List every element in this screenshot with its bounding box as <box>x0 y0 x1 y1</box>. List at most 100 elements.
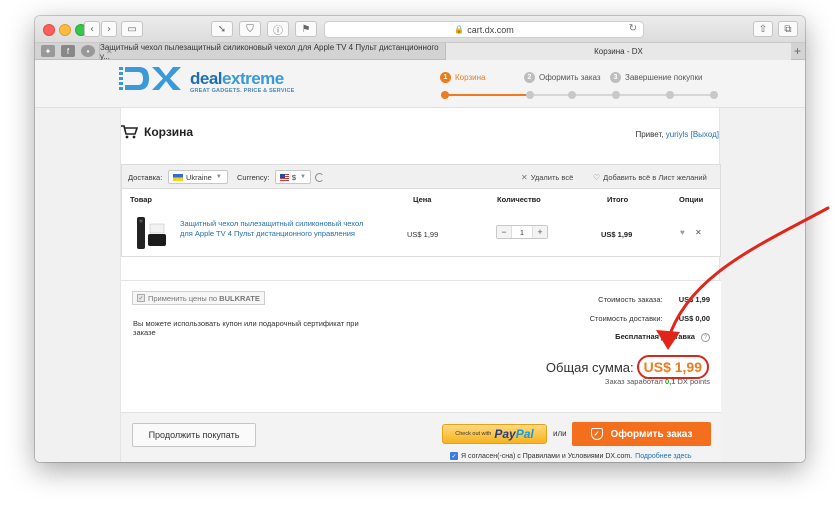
checkout-bar: Продолжить покупать Check out with Pay Pa… <box>121 412 721 462</box>
delete-all-label: Удалить всё <box>530 173 574 182</box>
step-end-dot <box>710 91 718 99</box>
site-header: dealextreme GREAT GADGETS. PRICE & SERVI… <box>35 60 805 108</box>
greeting-prefix: Привет, <box>635 130 664 139</box>
extension-button[interactable]: ➘ <box>211 21 233 37</box>
sidebar-icon: ▭ <box>127 23 137 35</box>
logout-link[interactable]: [Выход] <box>691 130 719 139</box>
quantity-stepper: − 1 + <box>496 225 548 239</box>
browser-window: ‹ › ▭ ➘ ⛉ ⓘ ⚑ 🔒 cart.dx.com ↻ ⇧ ⧉ ✦ f • … <box>35 16 805 462</box>
increase-quantity-button[interactable]: + <box>533 226 547 238</box>
order-cost-value: US$ 1,99 <box>678 295 710 304</box>
cart-content: Корзина Привет, yuriyls [Выход] Доставка… <box>120 108 721 462</box>
close-window-button[interactable] <box>43 24 55 36</box>
close-icon: ✕ <box>521 173 528 182</box>
add-all-wishlist-button[interactable]: ♡ Добавить всё в Лист желаний <box>593 173 707 182</box>
facebook-pinned-tab[interactable]: f <box>61 45 75 57</box>
steps-track-progress <box>441 94 531 96</box>
shield-check-icon: ✓ <box>590 428 603 440</box>
step-2-number: 2 <box>524 72 535 83</box>
grand-total-value: US$ 1,99 <box>636 355 709 379</box>
tab-bar: ✦ f • ✕ Защитный чехол пылезащитный сили… <box>35 42 805 61</box>
points-prefix: Заказ заработал <box>604 377 663 386</box>
place-order-label: Оформить заказ <box>610 428 693 440</box>
chevron-right-icon: › <box>107 23 111 35</box>
chat-icon: • <box>86 46 90 56</box>
shopping-cart-icon <box>121 125 139 139</box>
cart-toolbar: Доставка: Ukraine ▼ Currency: $ ▼ ✕ Удал… <box>121 164 721 189</box>
product-name-link[interactable]: Защитный чехол пылезащитный силиконовый … <box>180 219 370 239</box>
twitter-pinned-tab[interactable]: ✦ <box>41 45 55 57</box>
quantity-input[interactable]: 1 <box>511 226 533 238</box>
address-bar[interactable]: 🔒 cart.dx.com ↻ <box>324 21 644 38</box>
delivery-country-value: Ukraine <box>186 172 212 182</box>
reload-icon[interactable]: ↻ <box>629 23 637 34</box>
tabs-overview-button[interactable]: ⧉ <box>778 21 798 37</box>
brand-name[interactable]: dealextreme <box>190 69 284 89</box>
unit-price: US$ 1,99 <box>407 230 439 239</box>
grand-total: Общая сумма: US$ 1,99 <box>546 355 709 379</box>
step-1-number: 1 <box>440 72 451 83</box>
dx-logo-icon[interactable] <box>119 66 185 93</box>
terms-more-link[interactable]: Подробнее здесь <box>635 453 691 460</box>
heart-icon: ♡ <box>593 173 601 182</box>
usa-flag-icon <box>280 173 289 181</box>
bulkrate-prefix: Применить цены по <box>148 293 218 303</box>
currency-label: Currency: <box>237 173 270 182</box>
tab-product[interactable]: ✕ Защитный чехол пылезащитный силиконовы… <box>99 42 445 61</box>
step-3b-dot <box>666 91 674 99</box>
brand-tagline: GREAT GADGETS. PRICE & SERVICE <box>190 88 295 94</box>
url-text: cart.dx.com <box>467 24 514 35</box>
order-summary: ✓ Применить цены по BULKRATE Вы можете и… <box>121 280 721 412</box>
table-row: Защитный чехол пылезащитный силиконовый … <box>121 209 721 257</box>
or-separator: или <box>553 429 567 438</box>
delivery-label: Доставка: <box>128 173 163 182</box>
back-button[interactable]: ‹ <box>84 21 100 37</box>
messenger-pinned-tab[interactable]: • <box>81 45 95 57</box>
sidebar-button[interactable]: ▭ <box>121 21 143 37</box>
ukraine-flag-icon <box>173 173 183 181</box>
delivery-country-select[interactable]: Ukraine ▼ <box>168 170 228 184</box>
grand-total-label: Общая сумма: <box>545 359 634 375</box>
minimize-window-button[interactable] <box>59 24 71 36</box>
row-total: US$ 1,99 <box>601 230 633 239</box>
user-link[interactable]: yuriyls <box>666 130 689 139</box>
cart-table-header: Товар Цена Количество Итого Опции <box>121 189 721 209</box>
points-value: 0,1 <box>664 377 676 386</box>
facebook-icon: f <box>66 46 70 56</box>
bulkrate-checkbox[interactable]: ✓ Применить цены по BULKRATE <box>132 291 265 305</box>
step-1-label: Корзина <box>455 73 486 82</box>
shipping-cost-label: Стоимость доставки: <box>589 314 663 323</box>
col-product: Товар <box>130 195 152 204</box>
terms-checkbox[interactable]: ✓ <box>450 452 458 460</box>
pin-extension-button[interactable]: ⚑ <box>295 21 317 37</box>
terms-text: Я согласен(-сна) с Правилами и Условиями… <box>461 452 633 460</box>
remove-item-close-icon[interactable]: ✕ <box>695 228 702 237</box>
free-shipping-row: Бесплатная доставка ? <box>615 332 710 342</box>
continue-shopping-button[interactable]: Продолжить покупать <box>132 423 256 447</box>
info-extension-button[interactable]: ⓘ <box>267 21 289 37</box>
add-to-wishlist-heart-icon[interactable]: ♥ <box>680 228 685 237</box>
place-order-button[interactable]: ✓ Оформить заказ <box>572 422 711 446</box>
chevron-left-icon: ‹ <box>90 23 94 35</box>
info-icon: ⓘ <box>273 25 283 37</box>
tab-cart[interactable]: Корзина - DX <box>445 43 791 60</box>
step-1-dot <box>441 91 449 99</box>
delete-all-button[interactable]: ✕ Удалить всё <box>521 173 573 182</box>
currency-select[interactable]: $ ▼ <box>275 170 311 184</box>
help-question-icon[interactable]: ? <box>701 333 710 342</box>
tab-product-label: Защитный чехол пылезащитный силиконовый … <box>100 42 439 61</box>
step-3-number: 3 <box>610 72 621 83</box>
paypal-checkout-button[interactable]: Check out with Pay Pal <box>442 424 547 444</box>
decrease-quantity-button[interactable]: − <box>497 226 511 238</box>
share-button[interactable]: ⇧ <box>753 21 773 37</box>
close-tab-icon[interactable]: ✕ <box>106 47 113 56</box>
pin-icon: ⚑ <box>301 23 311 35</box>
forward-button[interactable]: › <box>101 21 117 37</box>
page-title: Корзина <box>144 125 194 139</box>
product-thumbnail[interactable] <box>134 216 170 250</box>
user-greeting: Привет, yuriyls [Выход] <box>635 130 719 139</box>
shield-extension-button[interactable]: ⛉ <box>239 21 261 37</box>
order-cost-row: Стоимость заказа: US$ 1,99 <box>598 295 710 304</box>
bulkrate-word: BULKRATE <box>219 293 260 303</box>
new-tab-icon[interactable]: + <box>794 44 801 58</box>
